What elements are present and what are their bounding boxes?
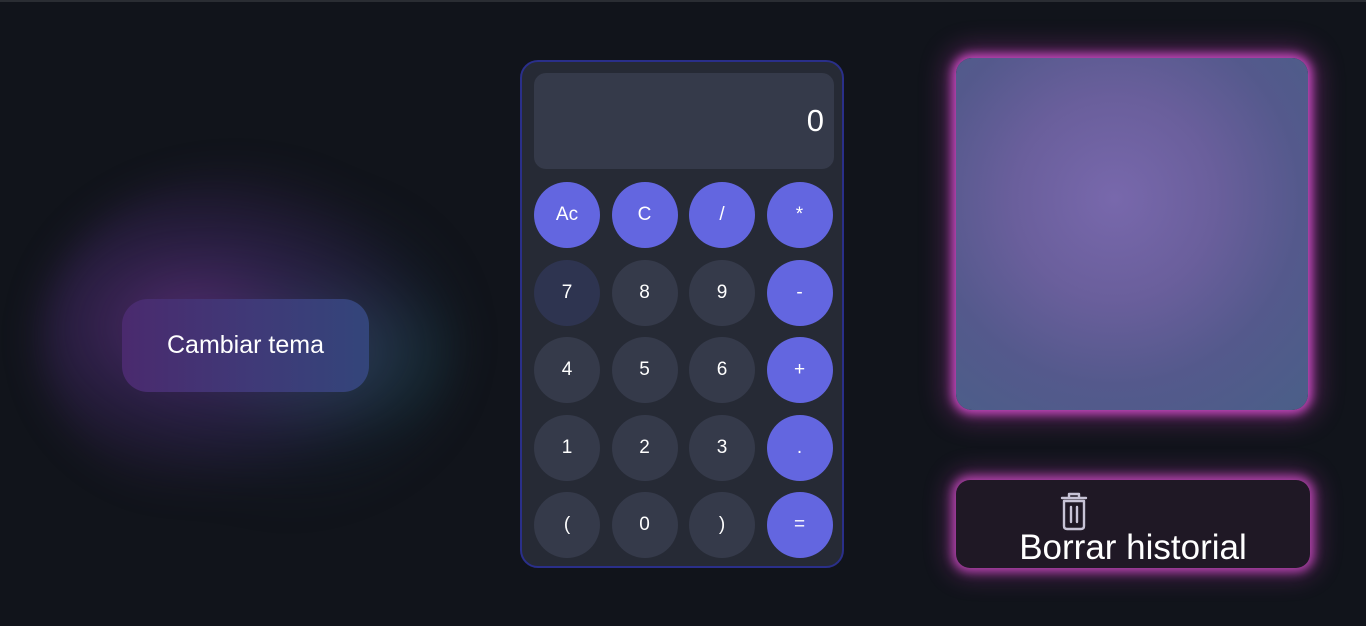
calculator-display: 0 bbox=[534, 73, 834, 169]
calculator-keypad: Ac C / * 7 8 9 - 4 5 6 + 1 2 3 . ( 0 ) = bbox=[534, 182, 833, 558]
history-panel bbox=[956, 58, 1308, 410]
key-1[interactable]: 1 bbox=[534, 414, 600, 481]
key-open-paren[interactable]: ( bbox=[534, 492, 600, 558]
key-multiply[interactable]: * bbox=[766, 182, 833, 248]
key-8[interactable]: 8 bbox=[611, 259, 678, 326]
theme-toggle-label: Cambiar tema bbox=[167, 331, 324, 359]
key-4[interactable]: 4 bbox=[534, 337, 600, 403]
key-3[interactable]: 3 bbox=[689, 414, 755, 481]
key-0[interactable]: 0 bbox=[611, 492, 678, 558]
top-border bbox=[0, 0, 1366, 2]
key-all-clear[interactable]: Ac bbox=[534, 182, 600, 248]
key-9[interactable]: 9 bbox=[689, 259, 755, 326]
key-subtract[interactable]: - bbox=[766, 259, 833, 326]
key-decimal[interactable]: . bbox=[766, 414, 833, 481]
key-7[interactable]: 7 bbox=[534, 259, 600, 326]
key-5[interactable]: 5 bbox=[611, 337, 678, 403]
theme-toggle-button[interactable]: Cambiar tema bbox=[122, 299, 369, 392]
key-close-paren[interactable]: ) bbox=[689, 492, 755, 558]
display-value: 0 bbox=[806, 103, 824, 138]
clear-history-button[interactable]: Borrar historial bbox=[956, 480, 1310, 568]
clear-history-label: Borrar historial bbox=[1019, 528, 1247, 567]
key-equals[interactable]: = bbox=[766, 492, 833, 558]
key-divide[interactable]: / bbox=[689, 182, 755, 248]
key-6[interactable]: 6 bbox=[689, 337, 755, 403]
trash-icon bbox=[1060, 492, 1088, 531]
key-clear[interactable]: C bbox=[611, 182, 678, 248]
calculator: 0 Ac C / * 7 8 9 - 4 5 6 + 1 2 3 . ( 0 )… bbox=[520, 60, 844, 568]
key-add[interactable]: + bbox=[766, 337, 833, 403]
key-2[interactable]: 2 bbox=[611, 414, 678, 481]
